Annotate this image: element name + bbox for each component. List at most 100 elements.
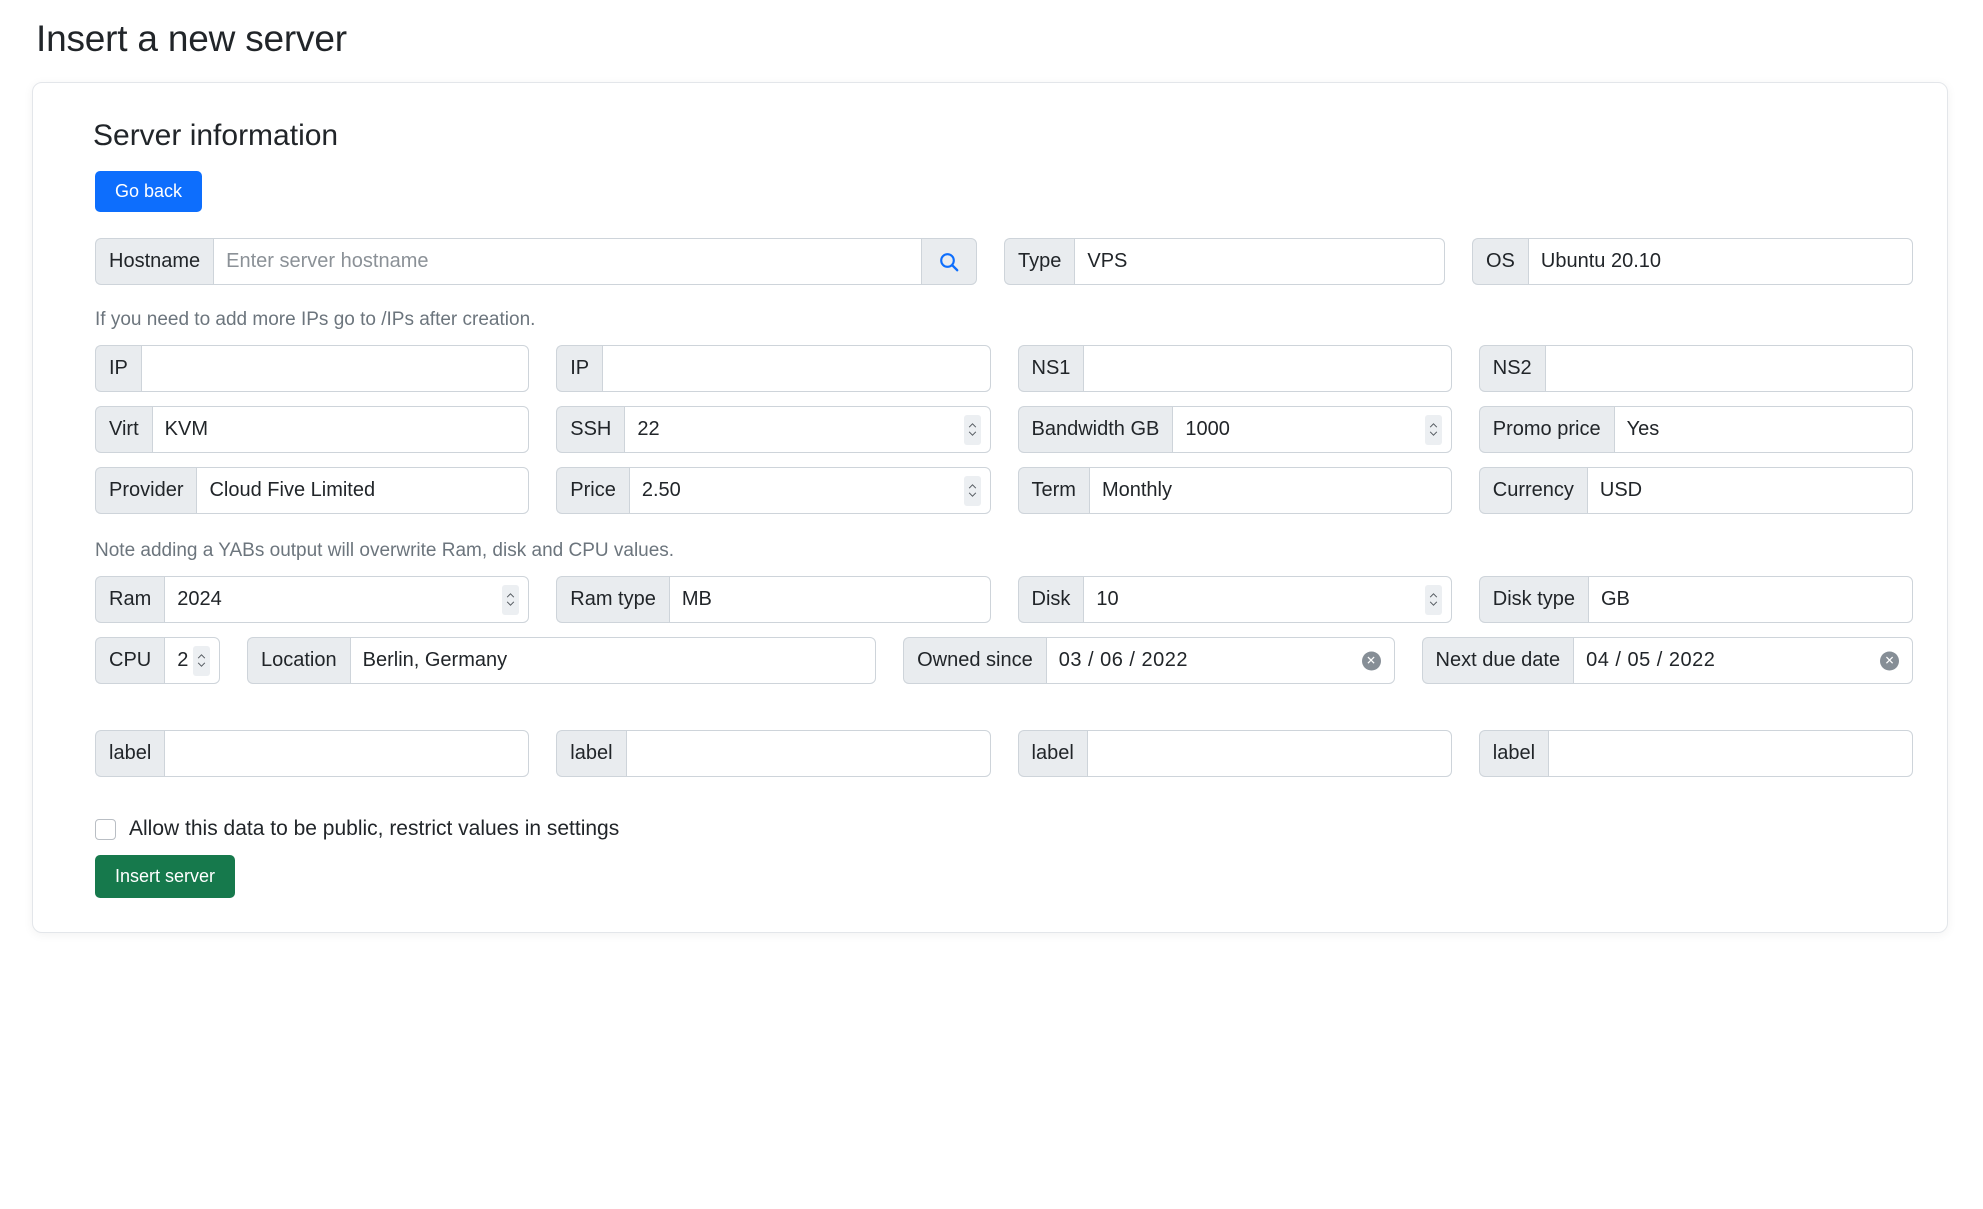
next-due-date-value: 04 / 05 / 2022 [1586, 649, 1716, 671]
location-label: Location [247, 637, 350, 684]
owned-since-cell: Owned since 03 / 06 / 2022 ✕ [903, 637, 1421, 684]
provider-input-group: Provider Cloud Five Limited [95, 467, 530, 514]
ip2-input-group: IP [556, 345, 991, 392]
type-input[interactable]: VPS [1074, 238, 1445, 285]
ram-type-label: Ram type [556, 576, 669, 623]
ip2-cell: IP [556, 345, 1017, 392]
term-input[interactable]: Monthly [1088, 467, 1452, 514]
label2-cell: label [556, 730, 1017, 777]
ns2-input[interactable] [1544, 345, 1913, 392]
label3-cell: label [1017, 730, 1479, 777]
label2-input[interactable] [625, 730, 991, 777]
bandwidth-stepper-icon[interactable] [1424, 414, 1442, 445]
form-row-ram: Ram 2024 Ram type MB Disk 10 Disk type G… [63, 576, 1917, 623]
cpu-input[interactable]: 2 [164, 637, 220, 684]
chevron-up-icon [1429, 423, 1437, 428]
disk-input[interactable]: 10 [1083, 576, 1452, 623]
bandwidth-label: Bandwidth GB [1017, 406, 1173, 453]
ram-type-value: MB [681, 588, 712, 610]
chevron-up-icon [968, 484, 976, 489]
label3-input[interactable] [1086, 730, 1452, 777]
label4-input-group: label [1478, 730, 1913, 777]
ip1-input[interactable] [140, 345, 530, 392]
hostname-input[interactable]: Enter server hostname [213, 238, 921, 285]
ram-type-input[interactable]: MB [668, 576, 991, 623]
label4-input[interactable] [1548, 730, 1913, 777]
ip1-input-group: IP [95, 345, 530, 392]
ns1-input[interactable] [1083, 345, 1452, 392]
location-cell: Location Berlin, Germany [247, 637, 903, 684]
chevron-up-icon [507, 593, 515, 598]
provider-input[interactable]: Cloud Five Limited [196, 467, 530, 514]
label2-label: label [556, 730, 626, 777]
ssh-stepper-icon[interactable] [963, 414, 981, 445]
provider-label: Provider [95, 467, 197, 514]
ssh-input[interactable]: 22 [624, 406, 991, 453]
promo-price-cell: Promo price Yes [1478, 406, 1913, 453]
ns2-label: NS2 [1478, 345, 1545, 392]
label1-input[interactable] [164, 730, 530, 777]
disk-value: 10 [1096, 588, 1119, 610]
disk-stepper-icon[interactable] [1424, 584, 1442, 615]
currency-value: USD [1599, 479, 1643, 501]
price-label: Price [556, 467, 629, 514]
next-due-date-input[interactable]: 04 / 05 / 2022 ✕ [1573, 637, 1914, 684]
hostname-search-button[interactable] [921, 238, 977, 285]
term-cell: Term Monthly [1017, 467, 1479, 514]
price-input[interactable]: 2.50 [628, 467, 991, 514]
term-label: Term [1017, 467, 1089, 514]
ip1-label: IP [95, 345, 141, 392]
disk-cell: Disk 10 [1017, 576, 1479, 623]
go-back-button[interactable]: Go back [95, 171, 203, 212]
os-input[interactable]: Ubuntu 20.10 [1527, 238, 1913, 285]
os-input-group: OS Ubuntu 20.10 [1472, 238, 1913, 285]
page-root: Insert a new server Server information G… [0, 0, 1983, 933]
virt-input-group: Virt KVM [95, 406, 530, 453]
disk-type-value: GB [1601, 588, 1630, 610]
ips-hint-text: If you need to add more IPs go to /IPs a… [95, 309, 536, 330]
insert-server-button[interactable]: Insert server [95, 855, 236, 898]
chevron-up-icon [968, 423, 976, 428]
virt-value: KVM [164, 418, 208, 440]
public-data-checkbox-row: Allow this data to be public, restrict v… [95, 817, 1917, 841]
hostname-label: Hostname [95, 238, 214, 285]
chevron-down-icon [197, 662, 206, 667]
location-input[interactable]: Berlin, Germany [349, 637, 877, 684]
ip2-input[interactable] [602, 345, 991, 392]
promo-price-input[interactable]: Yes [1613, 406, 1913, 453]
bandwidth-input[interactable]: 1000 [1172, 406, 1452, 453]
label3-label: label [1017, 730, 1087, 777]
ram-value: 2024 [177, 588, 222, 610]
type-value: VPS [1087, 250, 1128, 272]
next-due-date-input-group: Next due date 04 / 05 / 2022 ✕ [1421, 637, 1914, 684]
ram-input[interactable]: 2024 [164, 576, 530, 623]
next-due-date-clear-date-icon[interactable]: ✕ [1880, 651, 1900, 670]
promo-price-value: Yes [1626, 418, 1660, 440]
label4-cell: label [1478, 730, 1913, 777]
bandwidth-input-group: Bandwidth GB 1000 [1017, 406, 1452, 453]
cpu-stepper-icon[interactable] [193, 645, 210, 676]
server-information-card: Server information Go back Hostname Ente… [32, 82, 1948, 933]
ns1-cell: NS1 [1017, 345, 1479, 392]
hostname-input-group: Hostname Enter server hostname [95, 238, 977, 285]
owned-since-input[interactable]: 03 / 06 / 2022 ✕ [1045, 637, 1395, 684]
ip1-cell: IP [95, 345, 556, 392]
promo-price-label: Promo price [1478, 406, 1614, 453]
term-input-group: Term Monthly [1017, 467, 1452, 514]
owned-since-clear-date-icon[interactable]: ✕ [1361, 651, 1381, 670]
next-due-date-label: Next due date [1421, 637, 1574, 684]
location-value: Berlin, Germany [362, 649, 508, 671]
price-stepper-icon[interactable] [963, 475, 981, 506]
currency-input[interactable]: USD [1586, 467, 1913, 514]
ssh-label: SSH [556, 406, 625, 453]
cpu-value: 2 [177, 649, 189, 671]
ram-stepper-icon[interactable] [502, 584, 520, 615]
disk-type-input[interactable]: GB [1588, 576, 1913, 623]
public-data-checkbox[interactable] [95, 818, 116, 840]
chevron-down-icon [1429, 601, 1437, 606]
disk-label: Disk [1017, 576, 1084, 623]
virt-input[interactable]: KVM [151, 406, 530, 453]
owned-since-label: Owned since [903, 637, 1046, 684]
label1-label: label [95, 730, 165, 777]
currency-cell: Currency USD [1478, 467, 1913, 514]
